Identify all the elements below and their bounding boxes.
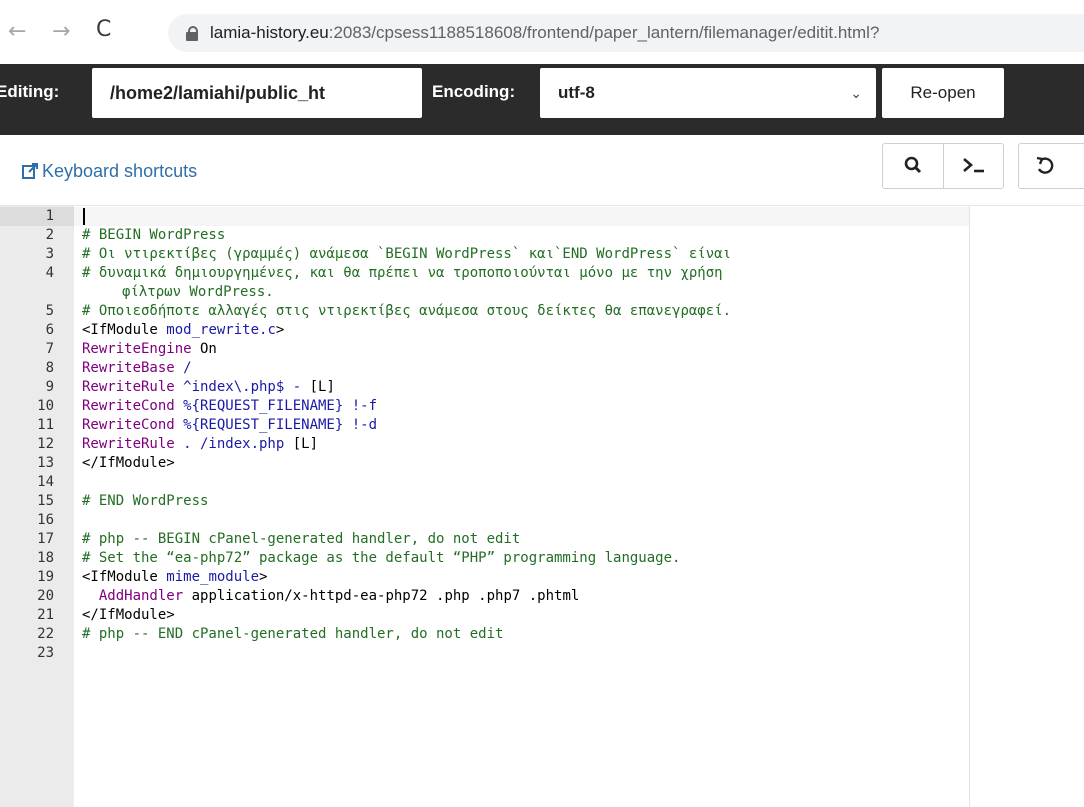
code-line: 18 # Set the “ea-php72” package as the de… [0, 549, 969, 568]
line-text: # δυναμικά δημιουργημένες, και θα πρέπει… [82, 265, 723, 281]
forward-arrow-icon[interactable]: → [52, 17, 70, 47]
undo-icon [1036, 156, 1054, 174]
line-text: # END WordPress [82, 493, 209, 509]
reload-icon[interactable]: C [96, 15, 111, 45]
search-icon [904, 156, 922, 174]
lock-icon[interactable] [186, 26, 198, 41]
code-line: 23 [0, 644, 969, 663]
code-line: 1 [0, 207, 969, 226]
line-number: 13 [37, 455, 54, 471]
keyboard-shortcuts-label: Keyboard shortcuts [42, 161, 198, 181]
code-line: φίλτρων WordPress. [0, 283, 969, 302]
terminal-icon [963, 158, 984, 173]
code-line: 22 # php -- END cPanel-generated handler,… [0, 625, 969, 644]
url-host: lamia-history.eu [210, 23, 329, 42]
code-line: 19 <IfModule mime_module> [0, 568, 969, 587]
encoding-value: utf-8 [558, 83, 595, 102]
line-number: 23 [37, 645, 54, 661]
code-line: 15 # END WordPress [0, 492, 969, 511]
chevron-down-icon: ⌄ [850, 86, 862, 102]
line-text: RewriteCond %{REQUEST_FILENAME} !-f [82, 398, 378, 414]
code-line: 6 <IfModule mod_rewrite.c> [0, 321, 969, 340]
code-lines: 1 2 # BEGIN WordPress 3 # Οι ντιρεκτίβες (γρ… [0, 207, 969, 663]
code-line: 13 </IfModule> [0, 454, 969, 473]
line-text: # Οποιεσδήποτε αλλαγές στις ντιρεκτίβες … [82, 303, 732, 319]
line-number: 17 [37, 531, 54, 547]
line-number: 20 [37, 588, 54, 604]
line-text: RewriteBase / [82, 360, 192, 376]
line-text: # Οι ντιρεκτίβες (γραμμές) ανάμεσα `BEGI… [82, 246, 732, 262]
search-button[interactable] [883, 144, 944, 188]
code-line: 12 RewriteRule . /index.php [L] [0, 435, 969, 454]
file-path-field[interactable]: /home2/lamiahi/public_ht [92, 68, 422, 118]
line-number: 14 [37, 474, 54, 490]
print-margin [969, 206, 970, 807]
line-text: RewriteEngine On [82, 341, 217, 357]
code-line: 7 RewriteEngine On [0, 340, 969, 359]
code-line: 5 # Οποιεσδήποτε αλλαγές στις ντιρεκτίβες… [0, 302, 969, 321]
terminal-button[interactable] [944, 144, 1004, 188]
url-path: :2083/cpsess1188518608/frontend/paper_la… [328, 23, 880, 42]
line-number: 5 [45, 303, 54, 319]
code-line: 11 RewriteCond %{REQUEST_FILENAME} !-d [0, 416, 969, 435]
browser-toolbar: ← → C lamia-history.eu:2083/cpsess118851… [0, 0, 1084, 64]
line-number: 1 [45, 208, 54, 224]
line-text: φίλτρων WordPress. [122, 284, 274, 300]
line-text: RewriteRule . /index.php [L] [82, 436, 319, 452]
code-line: 3 # Οι ντιρεκτίβες (γραμμές) ανάμεσα `BEG… [0, 245, 969, 264]
undo-button[interactable] [1018, 143, 1084, 189]
address-bar[interactable]: lamia-history.eu:2083/cpsess1188518608/f… [168, 14, 1084, 52]
code-line: 8 RewriteBase / [0, 359, 969, 378]
code-line: 2 # BEGIN WordPress [0, 226, 969, 245]
editor-subtoolbar: Keyboard shortcuts [0, 135, 1084, 205]
code-line: 17 # php -- BEGIN cPanel-generated handle… [0, 530, 969, 549]
line-number: 11 [37, 417, 54, 433]
line-number: 10 [37, 398, 54, 414]
code-line: 9 RewriteRule ^index\.php$ - [L] [0, 378, 969, 397]
code-line: 14 [0, 473, 969, 492]
code-line: 21 </IfModule> [0, 606, 969, 625]
encoding-select[interactable]: utf-8 ⌄ [540, 68, 876, 118]
line-number: 9 [45, 379, 54, 395]
back-arrow-icon[interactable]: ← [8, 17, 26, 47]
line-text: # php -- BEGIN cPanel-generated handler,… [82, 531, 521, 547]
line-number: 3 [45, 246, 54, 262]
code-line: 20 AddHandler application/x-httpd-ea-php… [0, 587, 969, 606]
line-text: <IfModule mime_module> [82, 569, 268, 585]
line-text: RewriteRule ^index\.php$ - [L] [82, 379, 335, 395]
line-text: AddHandler application/x-httpd-ea-php72 … [98, 588, 580, 604]
line-text: # BEGIN WordPress [82, 227, 226, 243]
line-number: 15 [37, 493, 54, 509]
editor-tool-group [882, 143, 1004, 189]
external-link-icon [22, 163, 38, 179]
editing-label: Editing: [0, 82, 60, 101]
code-line: 10 RewriteCond %{REQUEST_FILENAME} !-f [0, 397, 969, 416]
line-text: # php -- END cPanel-generated handler, d… [82, 626, 504, 642]
code-line: 16 [0, 511, 969, 530]
line-number: 16 [37, 512, 54, 528]
line-number: 4 [45, 265, 54, 281]
line-text: </IfModule> [82, 607, 175, 623]
code-line: 4 # δυναμικά δημιουργημένες, και θα πρέπε… [0, 264, 969, 283]
line-number: 8 [45, 360, 54, 376]
line-number: 6 [45, 322, 54, 338]
line-text: # Set the “ea-php72” package as the defa… [82, 550, 681, 566]
line-text: </IfModule> [82, 455, 175, 471]
editor-toolbar: Editing: /home2/lamiahi/public_ht Encodi… [0, 64, 1084, 135]
url-text[interactable]: lamia-history.eu:2083/cpsess1188518608/f… [210, 23, 879, 43]
text-cursor [83, 208, 85, 225]
line-number: 12 [37, 436, 54, 452]
line-number: 22 [37, 626, 54, 642]
encoding-label: Encoding: [432, 82, 516, 101]
line-text: <IfModule mod_rewrite.c> [82, 322, 285, 338]
line-number: 21 [37, 607, 54, 623]
line-number: 18 [37, 550, 54, 566]
line-number: 19 [37, 569, 54, 585]
keyboard-shortcuts-link[interactable]: Keyboard shortcuts [22, 161, 197, 182]
line-text: RewriteCond %{REQUEST_FILENAME} !-d [82, 417, 378, 433]
reopen-button[interactable]: Re-open [882, 68, 1004, 118]
code-editor[interactable]: 1 2 # BEGIN WordPress 3 # Οι ντιρεκτίβες (γρ… [0, 205, 1084, 807]
line-number: 7 [45, 341, 54, 357]
line-number: 2 [45, 227, 54, 243]
